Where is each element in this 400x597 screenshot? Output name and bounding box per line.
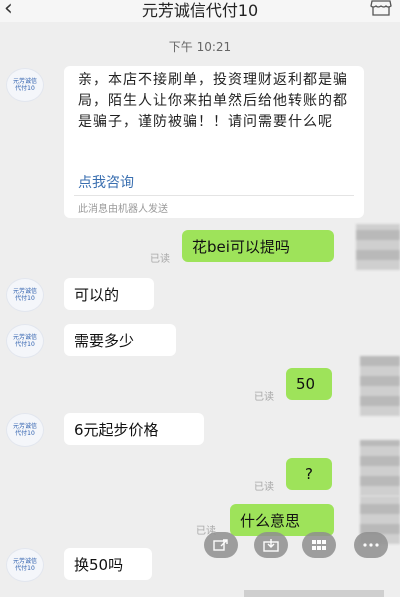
input-area-edge [244,590,384,597]
message-bubble-me[interactable]: ? [286,458,332,490]
avatar[interactable]: 元芳诚信代付10 [6,68,44,102]
read-status: 已读 [150,254,170,265]
message-bubble-me[interactable]: 花bei可以提吗 [182,230,334,262]
read-status: 已读 [254,482,274,493]
grid-icon[interactable] [302,532,336,558]
more-icon[interactable] [354,532,388,558]
chat-title: 元芳诚信代付10 [141,1,259,20]
divider [74,195,354,196]
my-avatar[interactable] [356,224,400,270]
my-avatar[interactable] [360,440,400,496]
message-bubble-me[interactable]: 50 [286,368,332,400]
avatar[interactable]: 元芳诚信代付10 [6,413,44,447]
consult-link[interactable]: 点我咨询 [78,172,134,192]
auto-reply-text: 亲，本店不接刷单，投资理财返利都是骗局，陌生人让你来拍单然后给他转账的都是骗子，… [78,72,348,130]
avatar[interactable]: 元芳诚信代付10 [6,324,44,358]
store-icon[interactable] [370,0,392,16]
message-bubble-them[interactable]: 6元起步价格 [64,413,204,445]
timestamp: 下午 10:21 [168,40,232,54]
message-bubble-them[interactable]: 换50吗 [64,548,152,580]
message-bubble-them[interactable]: 需要多少 [64,324,176,356]
read-status: 已读 [254,392,274,403]
download-icon[interactable] [254,532,288,558]
avatar[interactable]: 元芳诚信代付10 [6,278,44,312]
robot-note: 此消息由机器人发送 [78,204,168,215]
message-bubble-them[interactable]: 可以的 [64,278,154,310]
top-bar: ‹ 元芳诚信代付10 [0,0,400,22]
auto-reply-card: 亲，本店不接刷单，投资理财返利都是骗局，陌生人让你来拍单然后给他转账的都是骗子，… [64,66,364,218]
my-avatar[interactable] [360,356,400,416]
avatar[interactable]: 元芳诚信代付10 [6,548,44,582]
share-icon[interactable] [204,532,238,558]
